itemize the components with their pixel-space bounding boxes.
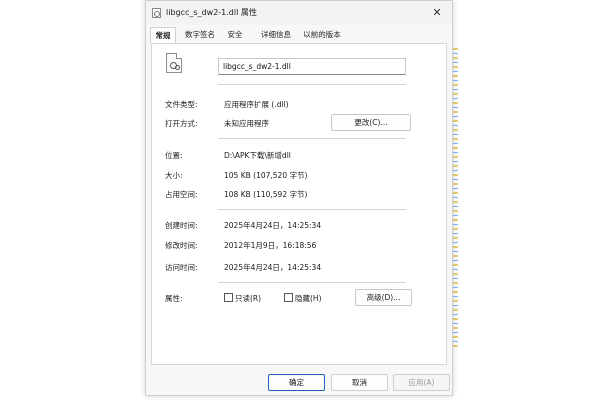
close-button[interactable]: ✕ xyxy=(428,4,446,21)
change-button[interactable]: 更改(C)... xyxy=(331,114,411,131)
dll-file-icon xyxy=(152,8,161,18)
title-bar: libgcc_s_dw2-1.dll 属性 ✕ xyxy=(146,1,452,25)
readonly-checkbox[interactable]: 只读(R) xyxy=(224,293,261,304)
tab-digital-signatures[interactable]: 数字签名 xyxy=(178,27,222,43)
tab-security[interactable]: 安全 xyxy=(224,27,246,43)
hidden-label: 隐藏(H) xyxy=(295,294,322,303)
opens-with-label: 打开方式: xyxy=(165,119,198,128)
advanced-button[interactable]: 高级(D)... xyxy=(355,289,412,306)
created-value: 2025年4月24日，14:25:34 xyxy=(224,221,322,230)
opens-with-value: 未知应用程序 xyxy=(224,119,269,128)
divider xyxy=(218,282,406,283)
general-panel: 文件类型: 应用程序扩展 (.dll) 打开方式: 未知应用程序 更改(C)..… xyxy=(151,43,447,365)
created-label: 创建时间: xyxy=(165,221,198,230)
checkbox-box[interactable] xyxy=(224,293,233,302)
file-type-value: 应用程序扩展 (.dll) xyxy=(224,100,289,109)
attributes-label: 属性: xyxy=(165,294,183,303)
cancel-button[interactable]: 取消 xyxy=(331,374,388,391)
tab-general[interactable]: 常规 xyxy=(150,27,176,43)
divider xyxy=(218,138,406,139)
file-type-label: 文件类型: xyxy=(165,100,198,109)
location-label: 位置: xyxy=(165,151,183,160)
ok-button[interactable]: 确定 xyxy=(268,374,325,391)
size-on-disk-value: 108 KB (110,592 字节) xyxy=(224,190,308,199)
dll-file-icon xyxy=(166,53,182,73)
modified-label: 修改时间: xyxy=(165,241,198,250)
size-label: 大小: xyxy=(165,171,183,180)
readonly-label: 只读(R) xyxy=(235,294,262,303)
size-value: 105 KB (107,520 字节) xyxy=(224,171,308,180)
tab-details[interactable]: 详细信息 xyxy=(256,27,296,43)
apply-button[interactable]: 应用(A) xyxy=(393,374,450,391)
file-name-input[interactable] xyxy=(218,58,406,75)
accessed-label: 访问时间: xyxy=(165,263,198,272)
checkbox-box[interactable] xyxy=(284,293,293,302)
accessed-value: 2025年4月24日，14:25:34 xyxy=(224,263,322,272)
location-value: D:\APK下载\新增dll xyxy=(224,151,291,160)
tab-previous-versions[interactable]: 以前的版本 xyxy=(298,27,346,43)
hidden-checkbox[interactable]: 隐藏(H) xyxy=(284,293,322,304)
divider xyxy=(218,209,406,210)
modified-value: 2012年1月9日，16:18:56 xyxy=(224,241,317,250)
window-title: libgcc_s_dw2-1.dll 属性 xyxy=(166,8,257,17)
size-on-disk-label: 占用空间: xyxy=(165,190,198,199)
divider xyxy=(218,84,406,85)
properties-dialog: libgcc_s_dw2-1.dll 属性 ✕ 常规 数字签名 安全 详细信息 … xyxy=(145,0,453,396)
